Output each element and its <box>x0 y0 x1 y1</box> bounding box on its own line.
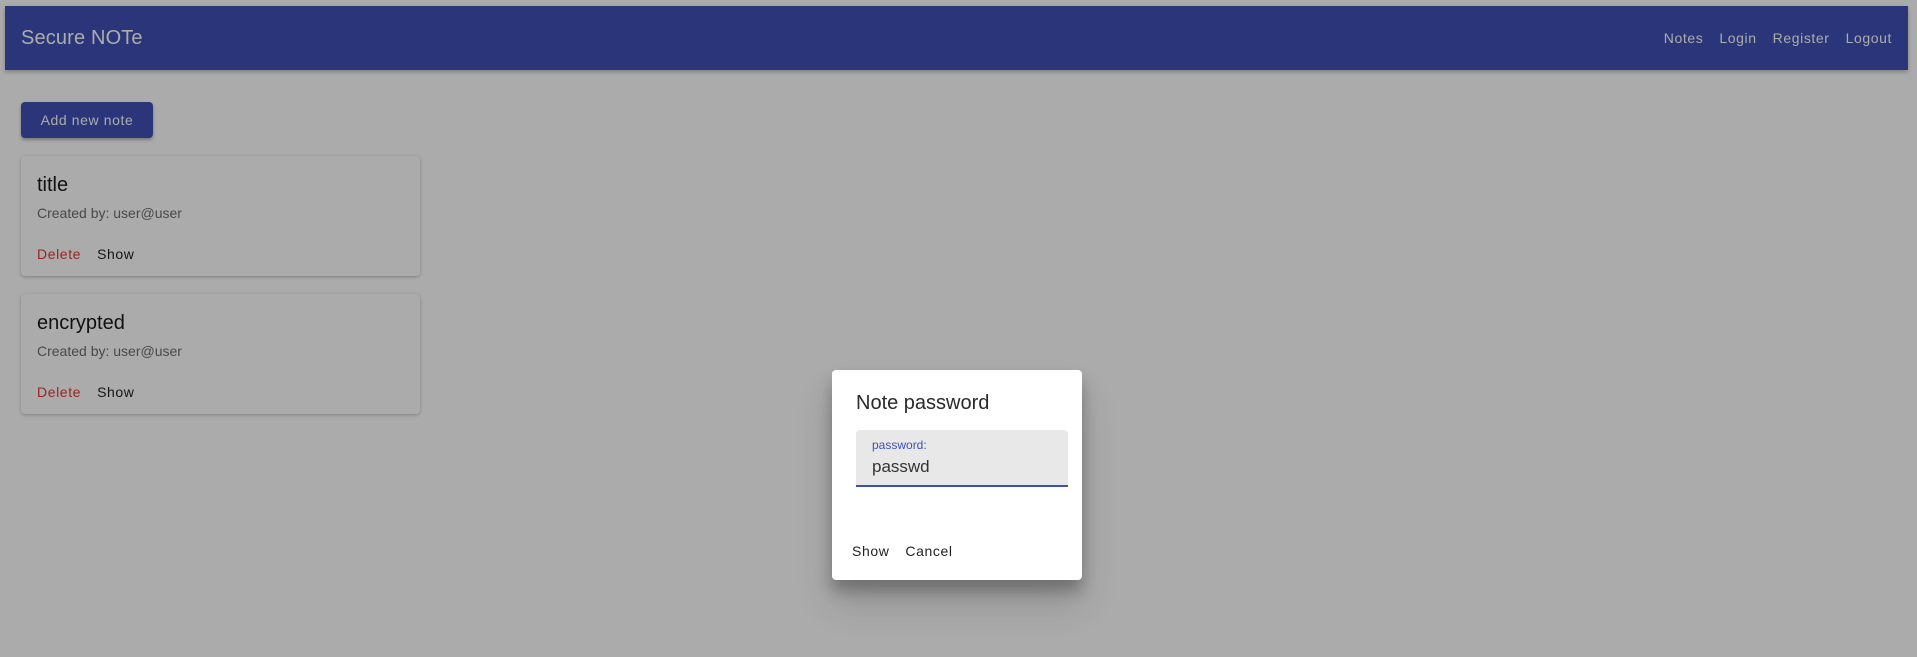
dialog-title: Note password <box>856 392 990 414</box>
dialog-cancel-button[interactable]: Cancel <box>897 533 960 569</box>
password-field[interactable]: password: <box>856 430 1068 487</box>
page: Secure NOTe Notes Login Register Logout … <box>0 0 1917 657</box>
dialog-actions: Show Cancel <box>844 533 961 569</box>
password-field-label: password: <box>872 438 927 452</box>
dialog-show-button[interactable]: Show <box>844 533 897 569</box>
note-password-dialog: Note password password: Show Cancel <box>832 370 1082 580</box>
password-input[interactable] <box>872 456 1052 478</box>
